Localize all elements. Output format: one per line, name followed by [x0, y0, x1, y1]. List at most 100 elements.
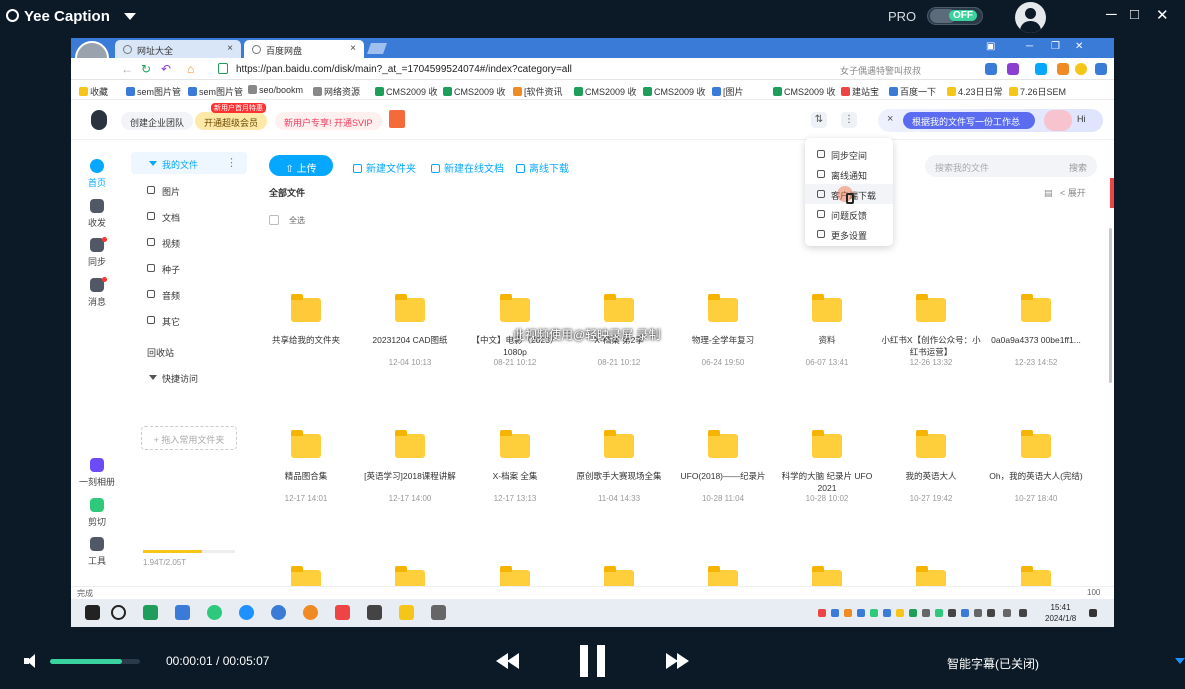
browser-icon[interactable]	[303, 605, 318, 620]
chevron-down-icon[interactable]	[124, 13, 136, 20]
notification-icon[interactable]	[1089, 609, 1097, 617]
recycle-bin[interactable]: 回收站	[131, 340, 247, 362]
bookmark-item[interactable]: 百度一下	[889, 85, 936, 98]
tray-icon[interactable]	[909, 609, 917, 617]
pause-button[interactable]	[580, 645, 606, 677]
wps-icon[interactable]	[335, 605, 350, 620]
select-all[interactable]: 全选	[269, 215, 305, 226]
taskbar-clock[interactable]: 15:41 2024/1/8	[1045, 602, 1076, 624]
vip-button[interactable]: 开通超级会员	[195, 112, 268, 130]
browser-search-input[interactable]: 女子偶遇特警叫叔叔	[836, 60, 976, 78]
rail-tools[interactable]: 工具	[71, 537, 123, 567]
tab-close-icon[interactable]: ×	[350, 43, 356, 54]
view-toggle[interactable]: ▤ < 展开	[1044, 186, 1086, 199]
tray-icon[interactable]	[870, 609, 878, 617]
pro-toggle[interactable]: OFF	[927, 7, 983, 25]
more-icon[interactable]: ⋮	[226, 156, 237, 169]
category-other[interactable]: 其它	[131, 309, 247, 331]
category-docs[interactable]: 文档	[131, 205, 247, 227]
ai-summary-button[interactable]: 根据我的文件写一份工作总结	[903, 112, 1035, 140]
browser-restore-icon[interactable]: ❐	[1051, 41, 1060, 52]
extension-icon[interactable]	[1007, 63, 1019, 75]
ai-banner[interactable]: × 根据我的文件写一份工作总结 Hi	[878, 109, 1103, 140]
search-icon[interactable]	[111, 605, 126, 620]
user-avatar[interactable]	[1015, 2, 1046, 33]
banner-close-icon[interactable]: ×	[887, 113, 893, 125]
menu-sync[interactable]: 同步空间	[805, 144, 893, 164]
folder-item[interactable]: 共享给我的文件夹	[256, 294, 356, 358]
windows-start-icon[interactable]	[85, 605, 100, 620]
recorder-icon[interactable]	[367, 605, 382, 620]
menu-notify[interactable]: 离线通知	[805, 164, 893, 184]
bookmark-item[interactable]: 网络资源	[313, 85, 360, 98]
volume-icon[interactable]	[1019, 609, 1027, 617]
bookmark-item[interactable]: [软件资讯	[513, 85, 563, 98]
bookmark-item[interactable]: 收藏	[79, 85, 108, 98]
bookmark-item[interactable]: CMS2009 收	[443, 85, 506, 98]
subtitle-toggle[interactable]: 智能字幕(已关闭)	[947, 655, 1039, 672]
bookmark-item[interactable]: CMS2009 收	[375, 85, 438, 98]
tray-icon[interactable]	[818, 609, 826, 617]
rail-share[interactable]: 收发	[71, 199, 123, 229]
browser-minimize-icon[interactable]: ─	[1026, 41, 1033, 52]
refresh-icon[interactable]: ↻	[141, 62, 151, 76]
category-videos[interactable]: 视频	[131, 231, 247, 253]
network-icon[interactable]	[1003, 609, 1011, 617]
folder-item[interactable]: 0a0a9a4373 00be1ff1... 12-23 14:52	[986, 294, 1086, 367]
folder-item[interactable]: UFO(2018)——纪录片 10-28 11:04	[673, 430, 773, 503]
tray-icon[interactable]	[922, 609, 930, 617]
folder-item[interactable]: X-档案 全集 12-17 13:13	[465, 430, 565, 503]
tray-icon[interactable]	[974, 609, 982, 617]
tray-icon[interactable]	[831, 609, 839, 617]
folder-item[interactable]: 科学的大脑 纪录片 UFO 2021 10-28 10:02	[777, 430, 877, 503]
folder-icon[interactable]	[399, 605, 414, 620]
tray-icon[interactable]	[896, 609, 904, 617]
wechat-icon[interactable]	[207, 605, 222, 620]
bookmark-item[interactable]: seo/bookm	[248, 85, 303, 95]
tab-close-icon[interactable]: ×	[227, 43, 233, 54]
app-icon[interactable]	[271, 605, 286, 620]
folder-item[interactable]: [英语学习]2018课程讲解 12-17 14:00	[360, 430, 460, 503]
bookmark-item[interactable]: 7.26日SEM	[1009, 85, 1066, 98]
app-icon[interactable]	[431, 605, 446, 620]
checkbox[interactable]	[269, 215, 279, 225]
new-folder-button[interactable]: 新建文件夹	[353, 160, 416, 175]
home-icon[interactable]: ⌂	[187, 62, 194, 76]
rail-messages[interactable]: 消息	[71, 277, 123, 308]
undo-icon[interactable]: ↶	[161, 62, 171, 76]
tab-baidu-pan[interactable]: 百度网盘 ×	[244, 40, 364, 58]
rewind-button[interactable]	[496, 653, 520, 669]
bookmark-item[interactable]: sem图片管	[188, 85, 243, 98]
add-quick-folder[interactable]: + 拖入常用文件夹	[141, 426, 237, 450]
close-icon[interactable]: ✕	[1156, 6, 1169, 24]
browser-close-icon[interactable]: ✕	[1075, 41, 1083, 52]
quick-access[interactable]: 快捷访问	[131, 366, 247, 388]
extension-icon[interactable]	[1057, 63, 1069, 75]
category-audio[interactable]: 音频	[131, 283, 247, 305]
category-torrents[interactable]: 种子	[131, 257, 247, 279]
tray-icon[interactable]	[935, 609, 943, 617]
offline-download-button[interactable]: 离线下载	[516, 160, 569, 175]
bookmark-item[interactable]: CMS2009 收	[643, 85, 706, 98]
extension-icon[interactable]	[985, 63, 997, 75]
bookmark-item[interactable]: CMS2009 收	[773, 85, 836, 98]
folder-item[interactable]: 我的英语大人 10-27 19:42	[881, 430, 981, 503]
bookmark-item[interactable]: [图片	[712, 85, 744, 98]
bookmark-item[interactable]: sem图片管	[126, 85, 181, 98]
folder-item[interactable]: 精品图合集 12-17 14:01	[256, 430, 356, 503]
folder-item[interactable]: 20231204 CAD图纸 12-04 10:13	[360, 294, 460, 367]
app-icon[interactable]	[143, 605, 158, 620]
app-icon[interactable]	[175, 605, 190, 620]
ie-icon[interactable]	[239, 605, 254, 620]
volume-icon[interactable]	[24, 654, 38, 668]
url-field[interactable]: https://pan.baidu.com/disk/main?_at_=170…	[218, 60, 758, 78]
download-icon[interactable]	[1095, 63, 1107, 75]
tray-icon[interactable]	[987, 609, 995, 617]
more-icon[interactable]: ⋮	[841, 112, 857, 128]
rail-clip[interactable]: 剪切	[71, 498, 123, 528]
bookmark-item[interactable]: 4.23日日常	[947, 85, 1003, 98]
back-icon[interactable]: ←	[121, 62, 133, 76]
tray-icon[interactable]	[857, 609, 865, 617]
browser-menu-icon[interactable]: ▣	[986, 41, 995, 52]
folder-item[interactable]: 资料 06-07 13:41	[777, 294, 877, 367]
